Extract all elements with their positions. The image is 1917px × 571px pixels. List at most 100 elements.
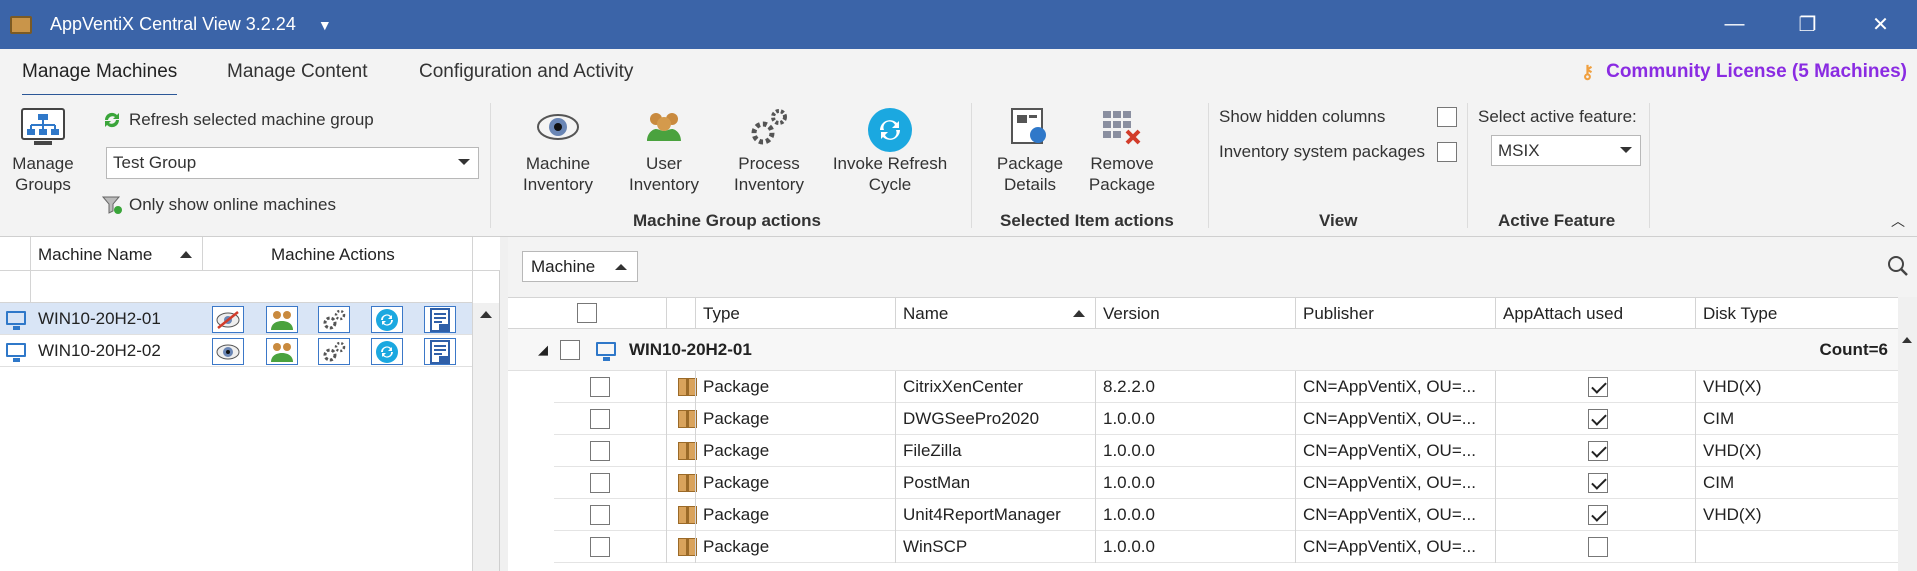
filter-row[interactable] [0,271,472,303]
refresh-cycle-icon[interactable] [371,306,403,333]
sort-asc-icon [180,251,192,258]
maximize-button[interactable]: ❐ [1771,0,1844,49]
cell-type: Package [703,505,770,524]
cell-type: Package [703,537,770,556]
invoke-refresh-label: Invoke Refresh Cycle [832,154,948,194]
col-disk-type[interactable]: Disk Type [1703,304,1777,324]
appattach-checkbox[interactable] [1588,537,1608,557]
users-icon [647,113,681,141]
col-version[interactable]: Version [1103,304,1160,324]
panel-splitter[interactable] [500,237,508,571]
package-row[interactable]: Package PostMan 1.0.0.0 CN=AppVentiX, OU=..… [554,467,1898,499]
monitor-icon [6,311,26,330]
col-name[interactable]: Name [903,304,948,324]
cell-name: DWGSeePro2020 [903,409,1040,428]
show-hidden-checkbox[interactable] [1437,107,1457,127]
log-icon[interactable] [424,306,456,333]
machine-inventory-hidden-icon[interactable] [212,306,244,333]
select-feature-label: Select active feature: [1478,107,1637,126]
cell-publisher: CN=AppVentiX, OU=... [1303,505,1476,524]
chevron-down-icon [458,159,470,165]
packages-grid: Machine Type Name Version Publisher AppA… [508,237,1917,571]
collapse-group-icon[interactable]: ◢ [538,342,548,358]
tab-manage-machines[interactable]: Manage Machines [22,61,178,97]
row-checkbox[interactable] [590,441,610,461]
view-group-label: View [1319,211,1358,230]
package-row[interactable]: Package WinSCP 1.0.0.0 CN=AppVentiX, OU=... [554,531,1898,563]
cell-publisher: CN=AppVentiX, OU=... [1303,441,1476,460]
search-icon[interactable] [1887,255,1909,277]
package-row[interactable]: Package DWGSeePro2020 1.0.0.0 CN=AppVentiX,… [554,403,1898,435]
inventory-system-checkbox[interactable] [1437,142,1457,162]
cell-disk-type: CIM [1703,473,1735,492]
active-feature-select[interactable]: MSIX [1491,135,1641,166]
row-checkbox[interactable] [590,409,610,429]
cell-publisher: CN=AppVentiX, OU=... [1303,409,1476,428]
package-details-button[interactable]: Package Details [995,107,1065,195]
user-inventory-button[interactable]: User Inventory [619,107,709,195]
cell-name: WinSCP [903,537,968,556]
machine-group-select[interactable]: Test Group [106,147,479,179]
machine-group-row[interactable]: ◢ WIN10-20H2-01 Count=6 [508,329,1898,371]
cell-name: Unit4ReportManager [903,505,1061,524]
group-checkbox[interactable] [560,340,580,360]
user-inventory-icon[interactable] [266,306,298,333]
minimize-button[interactable]: — [1698,0,1771,49]
machine-inventory-button[interactable]: Machine Inventory [513,107,603,195]
appattach-checkbox[interactable] [1588,441,1608,461]
collapse-ribbon-icon[interactable]: ︿ [1891,211,1905,231]
row-checkbox[interactable] [590,537,610,557]
tab-manage-content[interactable]: Manage Content [227,61,368,83]
scroll-up-icon[interactable] [1902,337,1912,343]
grid-scrollbar[interactable] [1898,297,1917,571]
cell-disk-type: CIM [1703,409,1735,428]
sort-asc-icon [1073,310,1085,317]
only-online-toggle[interactable]: Only show online machines [101,194,336,216]
appattach-checkbox[interactable] [1588,505,1608,525]
cell-publisher: CN=AppVentiX, OU=... [1303,377,1476,396]
machines-panel: Machine Name Machine Actions WIN10-20H2-… [0,237,500,571]
select-all-checkbox[interactable] [577,303,597,323]
process-inventory-icon[interactable] [318,306,350,333]
user-inventory-label: User Inventory [629,154,699,194]
group-by-machine-chip[interactable]: Machine [522,251,638,282]
col-publisher[interactable]: Publisher [1303,304,1374,324]
quick-access-dropdown-icon[interactable]: ▼ [318,17,332,33]
package-row[interactable]: Package FileZilla 1.0.0.0 CN=AppVentiX, OU=… [554,435,1898,467]
refresh-group-button[interactable]: Refresh selected machine group [101,109,374,131]
network-groups-icon [21,108,65,145]
row-checkbox[interactable] [590,473,610,493]
machine-row[interactable]: WIN10-20H2-01 [0,303,472,335]
cell-type: Package [703,377,770,396]
manage-groups-button[interactable]: Manage Groups [8,107,78,195]
close-button[interactable]: ✕ [1844,0,1917,49]
appattach-checkbox[interactable] [1588,473,1608,493]
appattach-checkbox[interactable] [1588,377,1608,397]
col-type[interactable]: Type [703,304,740,324]
appattach-checkbox[interactable] [1588,409,1608,429]
monitor-icon [6,343,26,362]
remove-package-button[interactable]: Remove Package [1082,107,1162,195]
col-machine-name[interactable]: Machine Name [38,245,152,265]
row-checkbox[interactable] [590,505,610,525]
machine-row[interactable]: WIN10-20H2-02 [0,335,472,367]
refresh-cycle-icon[interactable] [371,338,403,365]
process-inventory-button[interactable]: Process Inventory [724,107,814,195]
process-inventory-icon[interactable] [318,338,350,365]
package-details-label: Package Details [996,154,1064,194]
machines-scrollbar[interactable] [473,303,499,571]
col-appattach[interactable]: AppAttach used [1503,304,1623,324]
invoke-refresh-button[interactable]: Invoke Refresh Cycle [832,107,948,195]
cell-version: 1.0.0.0 [1103,409,1155,428]
scroll-up-icon[interactable] [480,311,492,318]
cell-version: 1.0.0.0 [1103,473,1155,492]
group-actions-label: Machine Group actions [633,211,821,230]
package-row[interactable]: Package Unit4ReportManager 1.0.0.0 CN=AppVe… [554,499,1898,531]
user-inventory-icon[interactable] [266,338,298,365]
remove-package-label: Remove Package [1088,154,1156,194]
tab-configuration-activity[interactable]: Configuration and Activity [419,61,633,83]
machine-inventory-icon[interactable] [212,338,244,365]
log-icon[interactable] [424,338,456,365]
row-checkbox[interactable] [590,377,610,397]
package-row[interactable]: Package CitrixXenCenter 8.2.2.0 CN=AppVenti… [554,371,1898,403]
